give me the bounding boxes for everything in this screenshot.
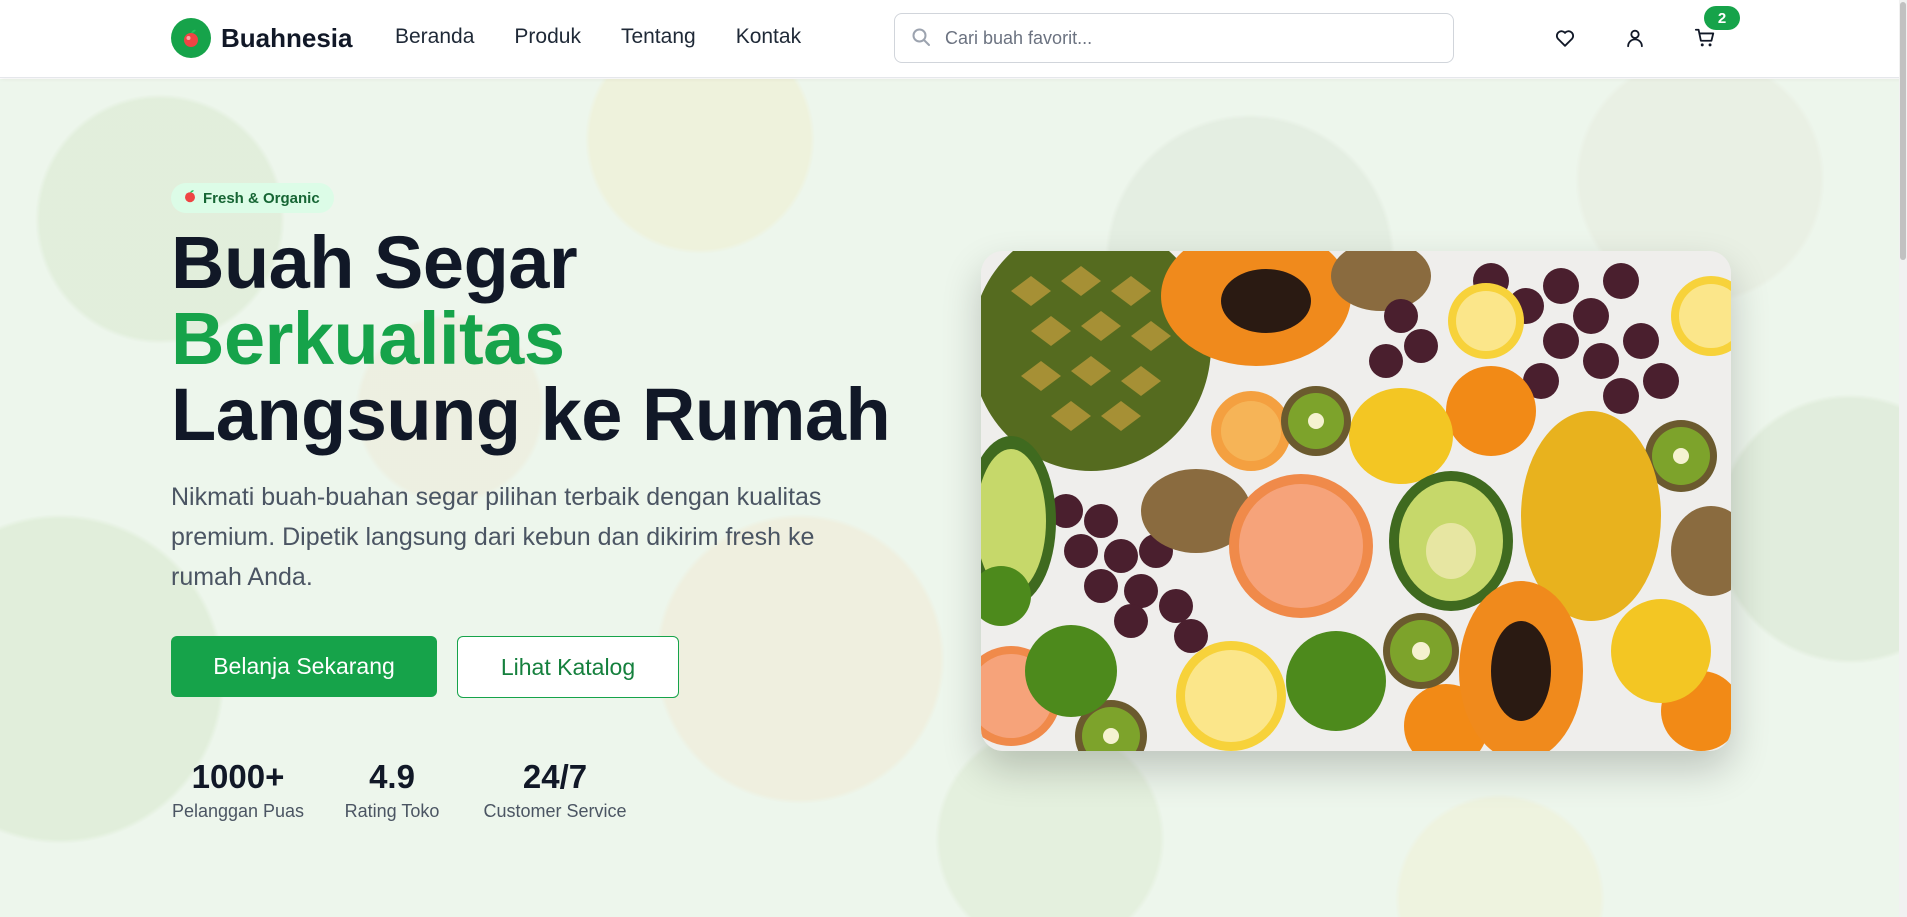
stat-value: 1000+	[191, 758, 285, 795]
search-input[interactable]	[945, 27, 1425, 49]
cart-count-badge: 2	[1704, 6, 1740, 30]
stat-label: Customer Service	[483, 801, 627, 821]
fruit-hero-image	[981, 251, 1731, 751]
scrollbar-thumb[interactable]	[1900, 2, 1906, 260]
user-icon[interactable]	[1623, 26, 1647, 50]
brand-name: Buahnesia	[221, 22, 353, 53]
headline-line-2: Berkualitas	[171, 297, 565, 380]
stat-service: 24/7 Customer Service	[480, 757, 630, 822]
hero-section: Fresh & Organic Buah Segar Berkualitas L…	[0, 79, 1907, 917]
site-header: Buahnesia Beranda Produk Tentang Kontak …	[0, 0, 1907, 78]
heart-icon[interactable]	[1553, 26, 1577, 50]
nav-produk[interactable]: Produk	[514, 25, 581, 49]
hero-headline: Buah Segar Berkualitas Langsung ke Rumah	[171, 221, 891, 456]
tag-label: Fresh & Organic	[203, 189, 320, 207]
page-scrollbar[interactable]	[1899, 0, 1907, 917]
nav-tentang[interactable]: Tentang	[621, 25, 696, 49]
stat-value: 24/7	[522, 758, 588, 795]
stat-label: Pelanggan Puas	[171, 801, 305, 821]
nav-kontak[interactable]: Kontak	[736, 25, 801, 49]
search-box[interactable]	[894, 13, 1454, 63]
stat-rating: 4.9 Rating Toko	[343, 757, 441, 822]
search-icon	[911, 27, 933, 49]
headline-line-3: Langsung ke Rumah	[171, 373, 891, 456]
headline-line-1: Buah Segar	[171, 221, 578, 304]
hero-description: Nikmati buah-buahan segar pilihan terbai…	[171, 483, 822, 591]
fruit-logo-icon	[171, 18, 211, 58]
fresh-organic-tag: Fresh & Organic	[171, 183, 334, 213]
shop-now-button[interactable]: Belanja Sekarang	[171, 636, 437, 697]
apple-icon	[183, 189, 197, 208]
view-catalog-button[interactable]: Lihat Katalog	[457, 636, 679, 698]
nav-beranda[interactable]: Beranda	[395, 25, 474, 49]
stat-label: Rating Toko	[344, 801, 440, 821]
stat-value: 4.9	[369, 758, 415, 795]
main-nav: Beranda Produk Tentang Kontak	[395, 25, 801, 49]
stat-customers: 1000+ Pelanggan Puas	[171, 757, 305, 822]
brand-logo-link[interactable]: Buahnesia	[171, 18, 353, 58]
